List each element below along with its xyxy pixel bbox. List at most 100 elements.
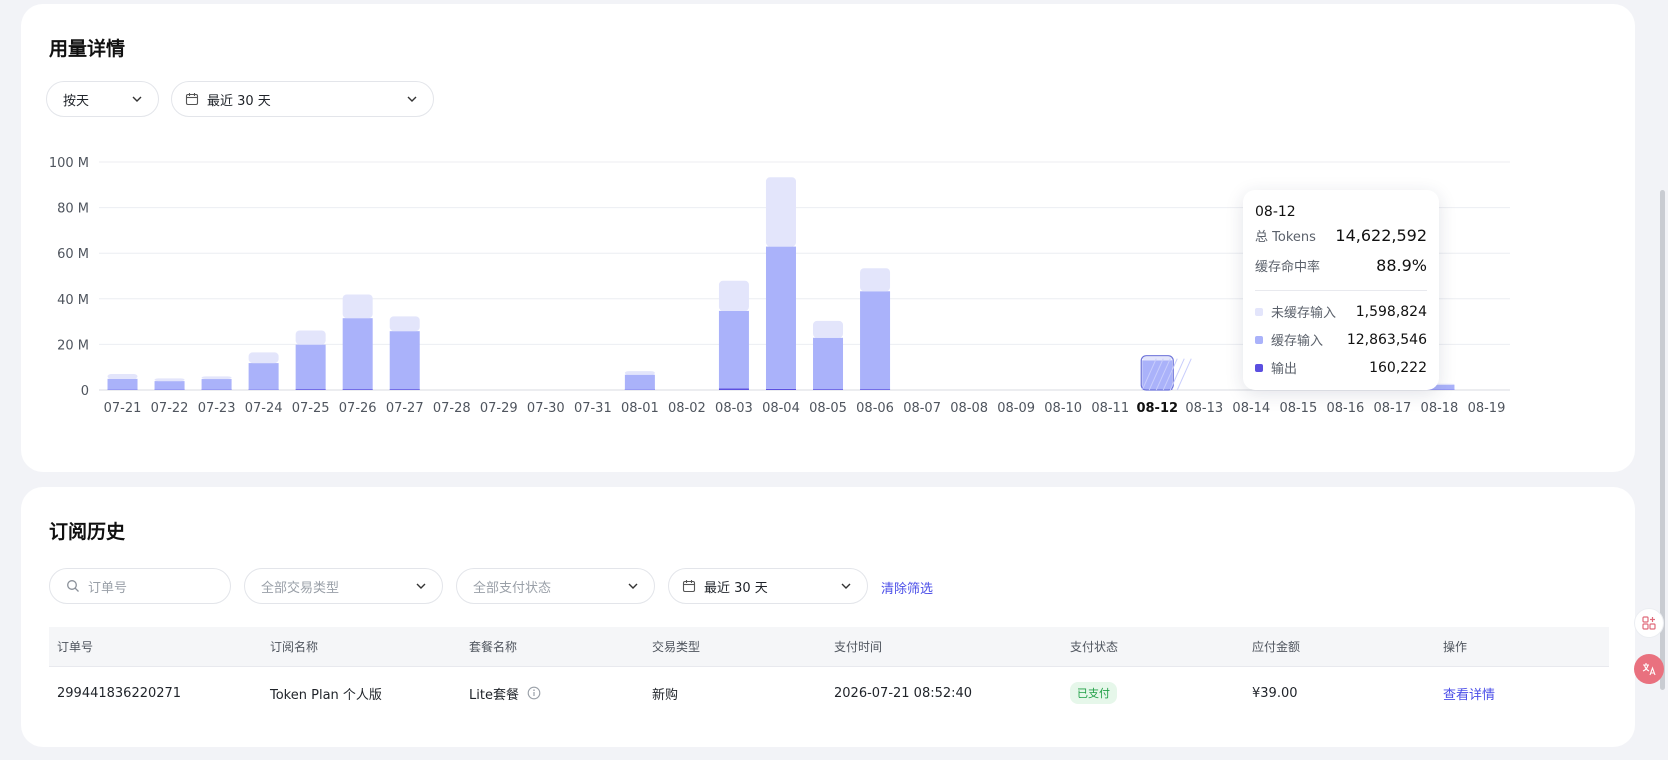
legend-swatch-uncached [1255,307,1263,316]
col-time: 支付时间 [834,640,883,654]
bar-segment [201,379,232,390]
x-tick-label: 08-18 [1421,401,1459,416]
y-tick-label: 0 [81,384,89,399]
table-header: 订单号 订阅名称 套餐名称 交易类型 支付时间 支付状态 应付金额 操作 [49,627,1609,667]
payment-status-select[interactable]: 全部支付状态 [456,568,655,604]
bar-segment [342,318,373,390]
x-tick-label: 07-30 [527,401,565,416]
cell-order-no: 299441836220271 [57,685,182,701]
bar-segment [813,320,844,338]
x-tick-label: 08-14 [1232,401,1270,416]
view-details-link[interactable]: 查看详情 [1443,684,1495,703]
table-row: 299441836220271 Token Plan 个人版 Lite套餐 新购… [49,667,1609,719]
apps-float-button[interactable] [1634,608,1664,638]
cell-type: 新购 [652,687,679,703]
cell-time: 2026-07-21 08:52:40 [834,685,973,701]
tooltip-cache-rate-row: 缓存命中率 88.9% [1255,256,1427,275]
x-tick-label: 07-21 [104,401,142,416]
bar-segment [248,352,279,364]
tooltip-divider [1255,290,1427,291]
col-status: 支付状态 [1070,640,1119,654]
order-search-input[interactable]: 订单号 [49,568,231,604]
transaction-type-value: 全部交易类型 [261,580,340,596]
tooltip-cached-label: 缓存输入 [1271,334,1324,349]
bar-segment [201,376,232,380]
chevron-down-icon [628,583,638,589]
legend-swatch-output [1255,363,1263,372]
tooltip-cache-rate-value: 88.9% [1376,256,1427,275]
tooltip-cached-value: 12,863,546 [1346,331,1427,348]
col-order-no: 订单号 [57,640,94,654]
x-tick-label: 07-23 [198,401,236,416]
history-title: 订阅历史 [49,521,126,543]
x-tick-label: 08-06 [856,401,894,416]
chevron-down-icon [841,583,851,589]
tooltip-output-row: 输出 160,222 [1255,358,1427,377]
chevron-down-icon [416,583,426,589]
bar-segment [107,374,138,379]
y-tick-label: 40 M [57,293,89,308]
history-date-range-value: 最近 30 天 [704,580,768,596]
tooltip-uncached-label: 未缓存输入 [1271,306,1337,321]
x-tick-label: 08-12 [1136,401,1178,416]
clear-filters-link[interactable]: 清除筛选 [881,578,933,597]
cell-subscription: Token Plan 个人版 [270,687,382,703]
x-tick-label: 08-09 [997,401,1035,416]
tooltip-cached-row: 缓存输入 12,863,546 [1255,330,1427,349]
bar-segment [718,388,749,390]
x-tick-label: 08-11 [1091,401,1129,416]
x-tick-label: 08-10 [1044,401,1082,416]
y-tick-label: 20 M [57,338,89,353]
cell-amount: ¥39.00 [1252,685,1298,701]
x-tick-label: 08-05 [809,401,847,416]
bar-segment [813,337,844,390]
usage-card: 用量详情 按天 最近 30 天 100 M 80 M 60 M 40 M 20 M 0 07… [21,4,1635,472]
chart-tooltip: 08-12 总 Tokens 14,622,592 缓存命中率 88.9% 未缓… [1243,190,1439,390]
bar-hatch-line [1176,358,1192,391]
translate-icon [1642,663,1656,676]
x-tick-label: 07-25 [292,401,330,416]
translate-float-button[interactable] [1634,654,1664,684]
bar-segment [295,330,326,345]
x-tick-label: 07-28 [433,401,471,416]
y-tick-label: 80 M [57,202,89,217]
apps-add-icon [1642,616,1656,630]
status-badge: 已支付 [1070,682,1117,704]
tooltip-total-value: 14,622,592 [1335,226,1427,245]
tooltip-output-label: 输出 [1271,362,1298,377]
bar-segment [718,310,749,389]
col-amount: 应付金额 [1252,640,1301,654]
history-date-range-select[interactable]: 最近 30 天 [668,568,868,604]
info-icon[interactable] [527,686,541,700]
bar-segment [765,177,796,247]
x-tick-label: 08-15 [1279,401,1317,416]
x-tick-label: 08-08 [950,401,988,416]
x-tick-label: 08-07 [903,401,941,416]
x-tick-label: 08-17 [1374,401,1412,416]
tooltip-uncached-row: 未缓存输入 1,598,824 [1255,302,1427,321]
bar-segment [765,388,796,390]
bar-segment [624,374,655,390]
tooltip-cache-rate-label: 缓存命中率 [1255,260,1321,275]
transaction-type-select[interactable]: 全部交易类型 [244,568,443,604]
payment-status-value: 全部支付状态 [473,580,552,596]
bar-segment [624,371,655,375]
bar-segment [765,246,796,389]
bar-segment [107,378,138,390]
x-tick-label: 08-13 [1185,401,1223,416]
calendar-icon [682,580,696,593]
tooltip-total-label: 总 Tokens [1255,230,1316,245]
x-tick-label: 08-03 [715,401,753,416]
bar-segment [295,344,326,390]
search-placeholder: 订单号 [88,580,128,596]
col-plan: 套餐名称 [469,640,518,654]
y-tick-label: 60 M [57,247,89,262]
bar-segment [718,280,749,311]
x-tick-label: 07-29 [480,401,518,416]
tooltip-total-row: 总 Tokens 14,622,592 [1255,226,1427,245]
bar-hatch-line [1169,358,1185,391]
bar-segment [154,381,185,390]
bar-segment [389,316,420,332]
x-tick-label: 07-22 [151,401,189,416]
x-tick-label: 08-04 [762,401,800,416]
